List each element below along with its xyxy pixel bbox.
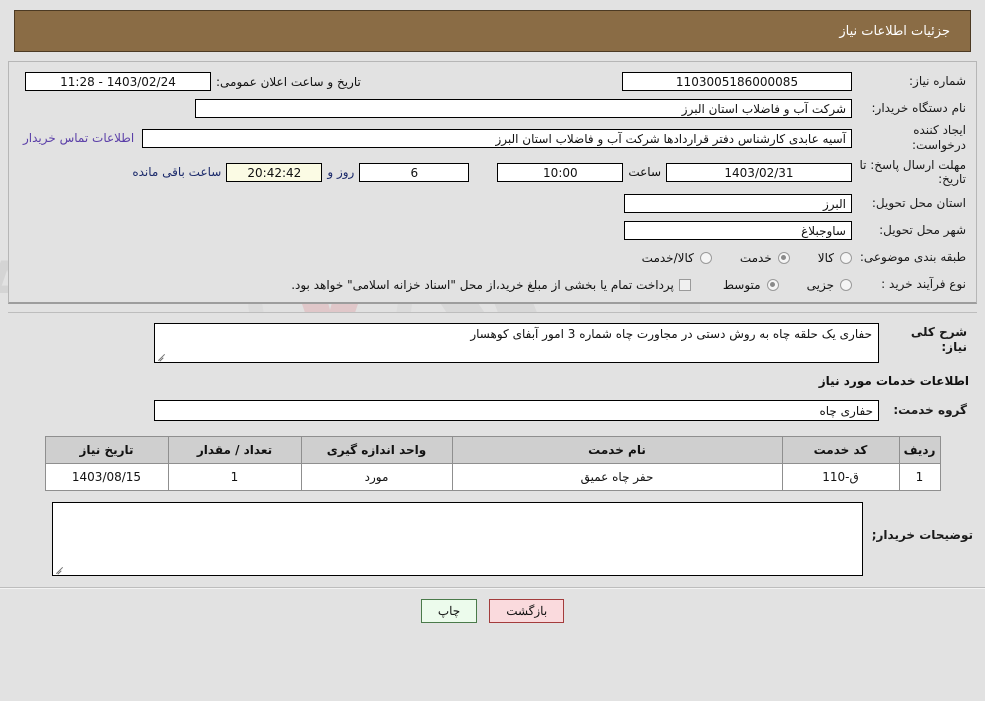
city-value: ساوجبلاغ	[624, 221, 852, 240]
col-row: ردیف	[898, 436, 941, 464]
deadline-time-value: 10:00	[497, 162, 624, 182]
cell-code: ق-110	[781, 463, 900, 491]
province-value: البرز	[624, 194, 852, 213]
radio-icon[interactable]	[699, 251, 712, 264]
category-label: طبقه بندی موضوعی:	[859, 250, 966, 264]
category-option-label: کالا	[817, 250, 834, 265]
treasury-checkbox[interactable]	[678, 278, 691, 291]
creator-value: آسیه عابدی کارشناس دفتر قراردادها شرکت آ…	[142, 128, 852, 148]
service-group-value: حفاری چاه	[154, 400, 879, 421]
days-and-label: روز و	[327, 165, 355, 179]
row-buyer-notes: توضیحات خریدار;	[8, 501, 977, 577]
row-need-number: شماره نیاز: 1103005186000085 تاریخ و ساع…	[15, 68, 970, 95]
description-value: حفاری یک حلقه چاه به روش دستی در مجاورت …	[470, 327, 872, 341]
row-province: استان محل تحویل: البرز	[15, 190, 970, 217]
col-code: کد خدمت	[781, 436, 900, 464]
resize-grip-icon[interactable]	[157, 351, 167, 362]
services-table-wrapper: ردیف کد خدمت نام خدمت واحد اندازه گیری ت…	[0, 436, 985, 491]
process-option-motevaset[interactable]: متوسط	[723, 278, 779, 292]
table-header-row: ردیف کد خدمت نام خدمت واحد اندازه گیری ت…	[44, 436, 941, 464]
back-button[interactable]: بازگشت	[489, 599, 565, 623]
resize-grip-icon[interactable]	[55, 564, 65, 575]
radio-icon[interactable]	[840, 251, 852, 264]
description-textarea[interactable]: حفاری یک حلقه چاه به روش دستی در مجاورت …	[154, 323, 879, 363]
remaining-days-value: 6	[359, 162, 470, 182]
buyer-notes-textarea[interactable]	[52, 502, 863, 576]
row-description: شرح کلی نیاز: حفاری یک حلقه چاه به روش د…	[14, 317, 971, 364]
announce-label: تاریخ و ساعت اعلان عمومی:	[216, 74, 361, 89]
buyer-org-label: نام دستگاه خریدار:	[871, 101, 967, 115]
category-option-label: خدمت	[739, 250, 772, 265]
cell-date: 1403/08/15	[44, 463, 169, 491]
cell-qty: 1	[167, 463, 302, 491]
row-creator: ایجاد کننده درخواست: آسیه عابدی کارشناس …	[15, 122, 970, 154]
row-category: طبقه بندی موضوعی: کالا خدمت کالا/خدمت	[15, 244, 970, 271]
category-option-kala[interactable]: کالا	[818, 251, 852, 265]
deadline-label: مهلت ارسال پاسخ: تا تاریخ:	[859, 157, 966, 186]
col-date: تاریخ نیاز	[44, 436, 169, 464]
services-section-heading: اطلاعات خدمات مورد نیاز	[818, 374, 969, 388]
creator-label: ایجاد کننده درخواست:	[912, 123, 966, 152]
cell-name: حفر چاه عمیق	[451, 463, 783, 491]
announce-value: 1403/02/24 - 11:28	[25, 72, 211, 91]
process-option-jozei[interactable]: جزیی	[807, 278, 852, 292]
province-label: استان محل تحویل:	[871, 196, 966, 210]
buyer-notes-panel: توضیحات خریدار;	[0, 491, 985, 577]
page-title: جزئیات اطلاعات نیاز	[839, 23, 950, 39]
radio-icon[interactable]	[777, 251, 790, 264]
description-label: شرح کلی نیاز:	[910, 325, 967, 354]
process-radio-group: جزیی متوسط	[695, 278, 852, 292]
remaining-time-value: 20:42:42	[226, 162, 323, 182]
city-label: شهر محل تحویل:	[879, 223, 966, 237]
buyer-contact-link[interactable]: اطلاعات تماس خریدار	[23, 131, 134, 145]
row-city: شهر محل تحویل: ساوجبلاغ	[15, 217, 970, 244]
need-summary-panel: شماره نیاز: 1103005186000085 تاریخ و ساع…	[8, 61, 977, 304]
col-unit: واحد اندازه گیری	[300, 436, 453, 464]
process-label: نوع فرآیند خرید :	[881, 277, 966, 291]
treasury-note-label: پرداخت تمام یا بخشی از مبلغ خرید،از محل …	[291, 277, 674, 292]
need-number-value: 1103005186000085	[622, 72, 852, 91]
process-option-label: جزیی	[806, 277, 834, 292]
hour-label: ساعت	[628, 165, 661, 179]
category-radio-group: کالا خدمت کالا/خدمت	[614, 251, 852, 265]
cell-row: 1	[898, 463, 941, 491]
description-panel: شرح کلی نیاز: حفاری یک حلقه چاه به روش د…	[8, 312, 977, 424]
remaining-suffix-label: ساعت باقی مانده	[132, 165, 222, 179]
table-row: 1 ق-110 حفر چاه عمیق مورد 1 1403/08/15	[44, 463, 941, 491]
cell-unit: مورد	[300, 463, 453, 491]
deadline-date-value: 1403/02/31	[666, 162, 852, 182]
services-table: ردیف کد خدمت نام خدمت واحد اندازه گیری ت…	[44, 436, 941, 491]
buyer-notes-label: توضیحات خریدار;	[871, 528, 973, 542]
radio-icon[interactable]	[766, 278, 779, 291]
need-number-label: شماره نیاز:	[909, 74, 966, 88]
row-service-group: گروه خدمت: حفاری چاه	[14, 392, 971, 424]
window-titlebar: جزئیات اطلاعات نیاز	[14, 10, 971, 52]
radio-icon[interactable]	[840, 278, 852, 291]
footer-button-bar: بازگشت چاپ	[0, 589, 985, 623]
row-buyer-org: نام دستگاه خریدار: شرکت آب و فاضلاب استا…	[15, 95, 970, 122]
process-option-label: متوسط	[722, 277, 761, 292]
col-name: نام خدمت	[451, 436, 783, 464]
row-deadline: مهلت ارسال پاسخ: تا تاریخ: 1403/02/31 سا…	[15, 154, 970, 190]
row-process-type: نوع فرآیند خرید : جزیی متوسط پرداخت تمام…	[15, 271, 970, 298]
category-option-label: کالا/خدمت	[641, 250, 694, 265]
buyer-org-value: شرکت آب و فاضلاب استان البرز	[195, 99, 852, 118]
category-option-khedmat[interactable]: خدمت	[740, 251, 790, 265]
service-group-label: گروه خدمت:	[893, 403, 967, 417]
category-option-kala-khedmat[interactable]: کالا/خدمت	[642, 251, 712, 265]
col-qty: تعداد / مقدار	[167, 436, 302, 464]
print-button[interactable]: چاپ	[420, 599, 478, 623]
